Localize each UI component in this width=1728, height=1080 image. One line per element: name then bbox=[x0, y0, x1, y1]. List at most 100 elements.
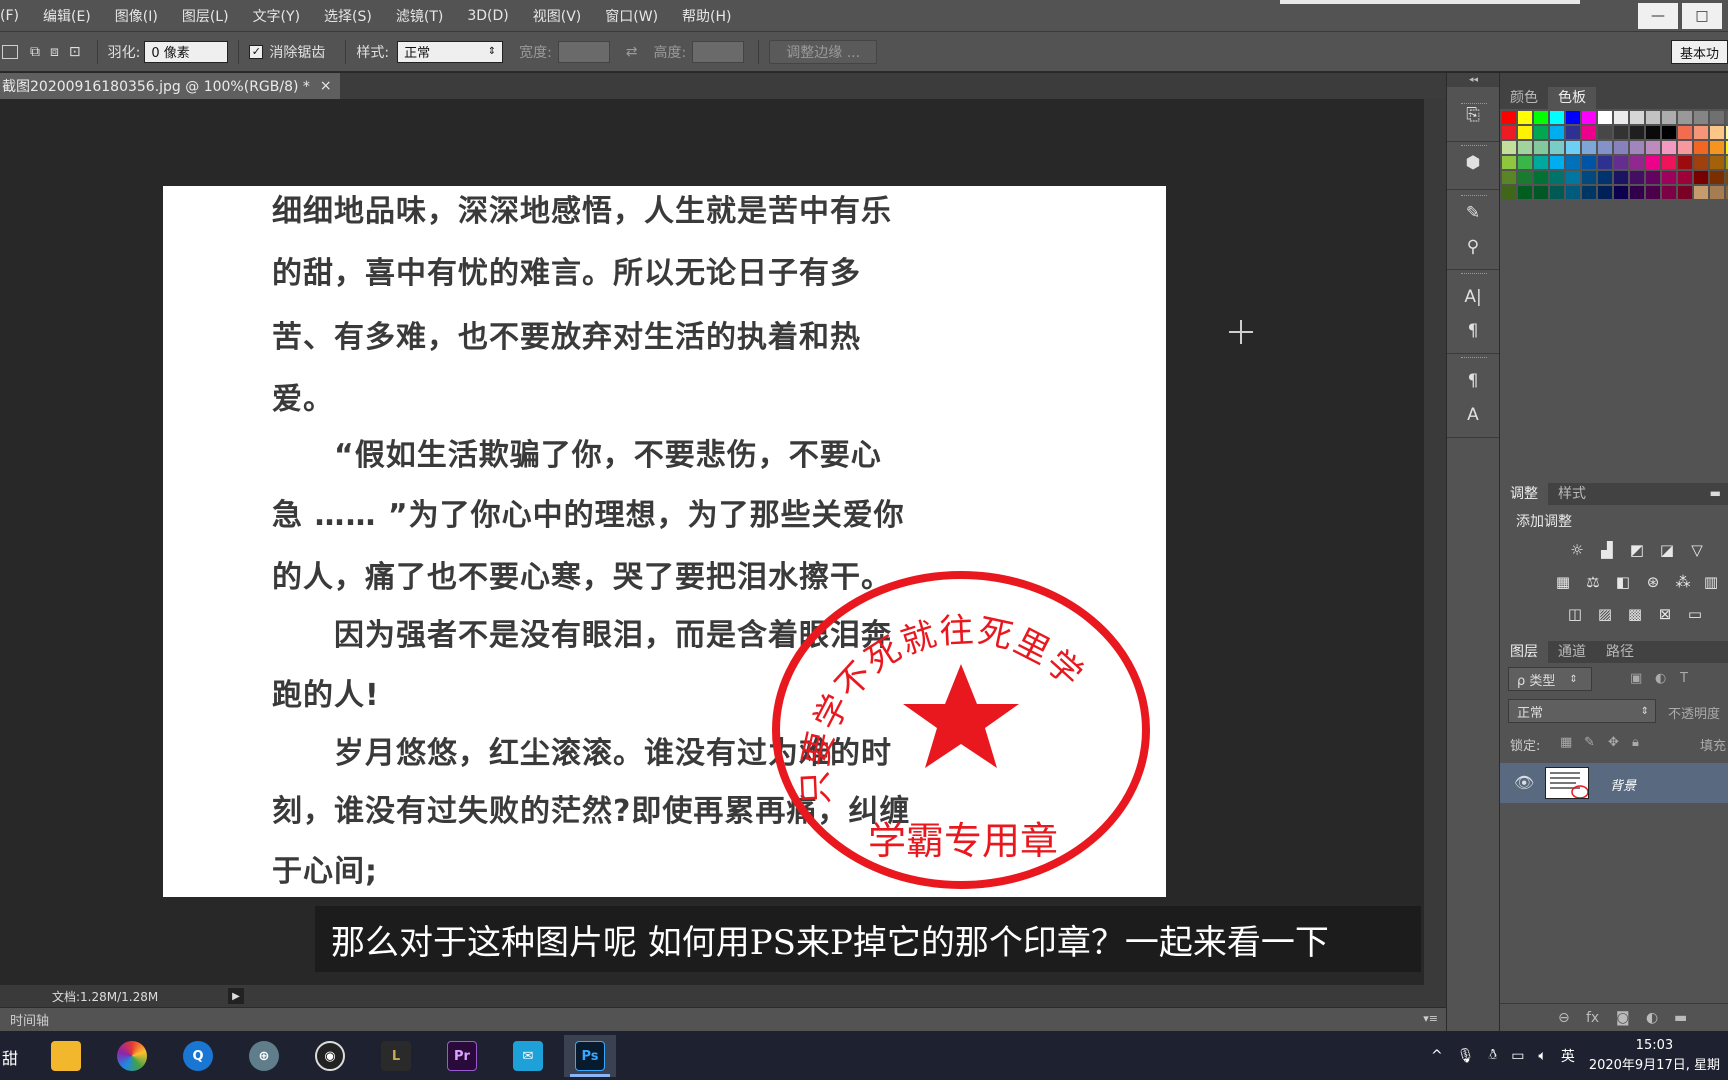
menu-select[interactable]: 选择(S) bbox=[324, 6, 372, 26]
refine-edge-button[interactable]: 调整边缘 ... bbox=[769, 39, 878, 64]
paragraph-styles-icon[interactable]: ¶ bbox=[1459, 367, 1487, 395]
hue-saturation-icon[interactable]: ▦ bbox=[1552, 573, 1574, 591]
intersect-selection-icon[interactable]: ⊡ bbox=[69, 44, 81, 60]
swatch[interactable] bbox=[1518, 171, 1532, 184]
style-select[interactable]: 正常 ⇕ bbox=[397, 40, 504, 63]
clock[interactable]: 15:03 2020年9月17日, 星期 bbox=[1589, 1036, 1720, 1076]
new-selection-icon[interactable] bbox=[2, 44, 18, 59]
swatch[interactable] bbox=[1550, 111, 1564, 124]
swatch[interactable] bbox=[1662, 171, 1676, 184]
feather-input[interactable]: 0 像素 bbox=[144, 40, 229, 63]
swatch[interactable] bbox=[1662, 156, 1676, 169]
vibrance-icon[interactable]: ▽ bbox=[1686, 541, 1708, 559]
tab-channels[interactable]: 通道 bbox=[1548, 641, 1596, 663]
character-styles-icon[interactable]: A bbox=[1459, 401, 1487, 429]
menu-edit[interactable]: 编辑(E) bbox=[43, 6, 91, 26]
close-tab-icon[interactable]: × bbox=[320, 78, 332, 94]
tab-layers[interactable]: 图层 bbox=[1500, 641, 1548, 663]
swatch[interactable] bbox=[1646, 111, 1660, 124]
swatch[interactable] bbox=[1598, 126, 1612, 139]
swatch[interactable] bbox=[1582, 171, 1596, 184]
posterize-icon[interactable]: ▨ bbox=[1594, 605, 1616, 623]
grip[interactable] bbox=[1461, 273, 1487, 276]
tab-paths[interactable]: 路径 bbox=[1596, 641, 1644, 663]
tab-adjustments[interactable]: 调整 bbox=[1500, 483, 1548, 505]
swatch[interactable] bbox=[1550, 141, 1564, 154]
swatch[interactable] bbox=[1598, 111, 1612, 124]
swatch[interactable] bbox=[1518, 156, 1532, 169]
lock-pixels-icon[interactable]: ▦ bbox=[1560, 735, 1572, 750]
ime-indicator[interactable]: 英 bbox=[1561, 1046, 1575, 1066]
premiere-icon[interactable]: Pr bbox=[436, 1035, 488, 1077]
swatch[interactable] bbox=[1662, 111, 1676, 124]
swatch[interactable] bbox=[1550, 156, 1564, 169]
new-group-icon[interactable]: ▬ bbox=[1674, 1010, 1687, 1026]
swatch[interactable] bbox=[1566, 186, 1580, 199]
swatch[interactable] bbox=[1678, 156, 1692, 169]
filter-adjust-icon[interactable]: ◐ bbox=[1655, 671, 1666, 686]
swatch[interactable] bbox=[1710, 156, 1724, 169]
swatch[interactable] bbox=[1614, 141, 1628, 154]
menu-type[interactable]: 文字(Y) bbox=[253, 6, 300, 26]
network-icon[interactable]: ▭ bbox=[1511, 1048, 1524, 1064]
swatch[interactable] bbox=[1630, 186, 1644, 199]
swatch[interactable] bbox=[1710, 141, 1724, 154]
swatch[interactable] bbox=[1534, 126, 1548, 139]
filter-pixel-icon[interactable]: ▣ bbox=[1630, 671, 1642, 686]
menu-help[interactable]: 帮助(H) bbox=[682, 6, 731, 26]
gradient-map-icon[interactable]: ⊠ bbox=[1654, 605, 1676, 623]
panel-menu-icon[interactable]: ▾≡ bbox=[1423, 1012, 1438, 1025]
swatch[interactable] bbox=[1502, 186, 1516, 199]
swatch[interactable] bbox=[1646, 126, 1660, 139]
swatch[interactable] bbox=[1662, 186, 1676, 199]
tab-styles[interactable]: 样式 bbox=[1548, 483, 1596, 505]
swatch[interactable] bbox=[1502, 156, 1516, 169]
swatch[interactable] bbox=[1694, 141, 1708, 154]
collapse-panels-icon[interactable]: ◂◂ bbox=[1447, 73, 1500, 87]
grip[interactable] bbox=[1461, 357, 1487, 360]
browser-q-icon[interactable]: Q bbox=[172, 1035, 224, 1077]
swatch[interactable] bbox=[1694, 186, 1708, 199]
swatch[interactable] bbox=[1566, 141, 1580, 154]
layer-kind-filter[interactable]: ρ 类型 ⇕ bbox=[1508, 667, 1592, 691]
swatch[interactable] bbox=[1710, 126, 1724, 139]
swatch[interactable] bbox=[1678, 186, 1692, 199]
history-icon[interactable]: ⎘ bbox=[1459, 101, 1487, 129]
swatch[interactable] bbox=[1710, 171, 1724, 184]
lock-move-icon[interactable]: ✥ bbox=[1608, 735, 1619, 750]
swatch[interactable] bbox=[1518, 126, 1532, 139]
swatch[interactable] bbox=[1534, 141, 1548, 154]
grip[interactable] bbox=[1461, 145, 1487, 148]
menu-layer[interactable]: 图层(L) bbox=[182, 6, 229, 26]
swatch[interactable] bbox=[1614, 186, 1628, 199]
grip[interactable] bbox=[1461, 195, 1487, 198]
new-adjustment-icon[interactable]: ◐ bbox=[1646, 1010, 1658, 1026]
network-app-icon[interactable]: ⊕ bbox=[238, 1035, 290, 1077]
swatch[interactable] bbox=[1678, 111, 1692, 124]
swatch[interactable] bbox=[1582, 141, 1596, 154]
swatch[interactable] bbox=[1566, 171, 1580, 184]
3d-cube-icon[interactable]: ⬢ bbox=[1459, 149, 1487, 177]
swatch[interactable] bbox=[1502, 141, 1516, 154]
swatch[interactable] bbox=[1710, 186, 1724, 199]
swatch[interactable] bbox=[1566, 156, 1580, 169]
swatch[interactable] bbox=[1566, 126, 1580, 139]
mail-app-icon[interactable]: ✉ bbox=[502, 1035, 554, 1077]
swatch[interactable] bbox=[1598, 186, 1612, 199]
channel-mixer-icon[interactable]: ⁂ bbox=[1672, 573, 1694, 591]
document-tab[interactable]: 截图20200916180356.jpg @ 100%(RGB/8) * × bbox=[0, 73, 340, 99]
add-mask-icon[interactable]: ◙ bbox=[1616, 1010, 1630, 1026]
add-selection-icon[interactable]: ⧉ bbox=[30, 44, 40, 60]
swatch[interactable] bbox=[1662, 141, 1676, 154]
swatch[interactable] bbox=[1582, 156, 1596, 169]
levels-icon[interactable]: ▟ bbox=[1596, 541, 1618, 559]
obs-icon[interactable]: ◉ bbox=[304, 1035, 356, 1077]
qq-icon[interactable]: 🐧︎ bbox=[1489, 1047, 1498, 1065]
menu-file[interactable]: (F) bbox=[0, 8, 19, 24]
swatch[interactable] bbox=[1662, 126, 1676, 139]
swatch[interactable] bbox=[1646, 186, 1660, 199]
swatch[interactable] bbox=[1694, 126, 1708, 139]
invert-icon[interactable]: ◫ bbox=[1564, 605, 1586, 623]
black-white-icon[interactable]: ◧ bbox=[1612, 573, 1634, 591]
swatch[interactable] bbox=[1710, 111, 1724, 124]
